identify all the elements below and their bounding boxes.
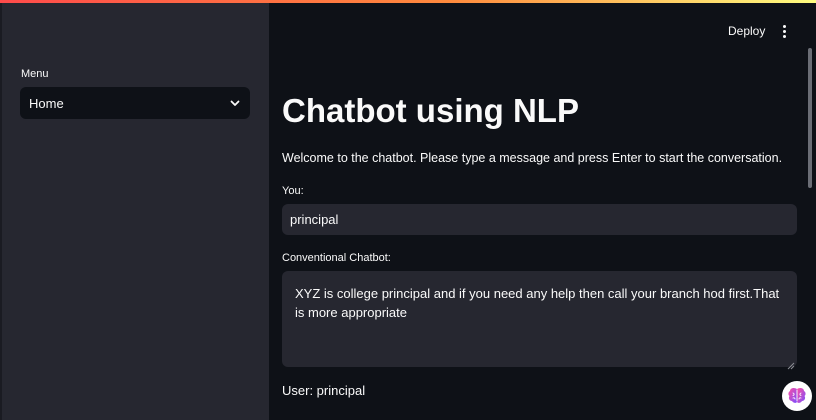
menu-select[interactable]: Home [20, 87, 250, 119]
chatbot-label: Conventional Chatbot: [282, 252, 391, 264]
top-accent-bar [0, 0, 816, 3]
you-input[interactable] [282, 204, 797, 235]
menu-label: Menu [21, 68, 49, 80]
chatbot-response-area[interactable]: XYZ is college principal and if you need… [282, 271, 797, 367]
brain-icon[interactable] [782, 381, 812, 411]
app-window: Menu Home Deploy Chatbot using NLP Welco… [0, 0, 816, 420]
you-label: You: [282, 185, 304, 197]
menu-select-value: Home [29, 95, 64, 111]
user-message-log: User: principal [282, 383, 366, 398]
sidebar-edge [0, 0, 2, 420]
chevron-down-icon [229, 97, 241, 109]
page-title: Chatbot using NLP [282, 92, 579, 129]
scrollbar-thumb[interactable] [808, 48, 812, 188]
sidebar: Menu Home [0, 0, 269, 420]
resize-grip-icon[interactable] [787, 357, 795, 370]
main-content: Chatbot using NLP Welcome to the chatbot… [269, 0, 816, 420]
welcome-text: Welcome to the chatbot. Please type a me… [282, 151, 783, 165]
